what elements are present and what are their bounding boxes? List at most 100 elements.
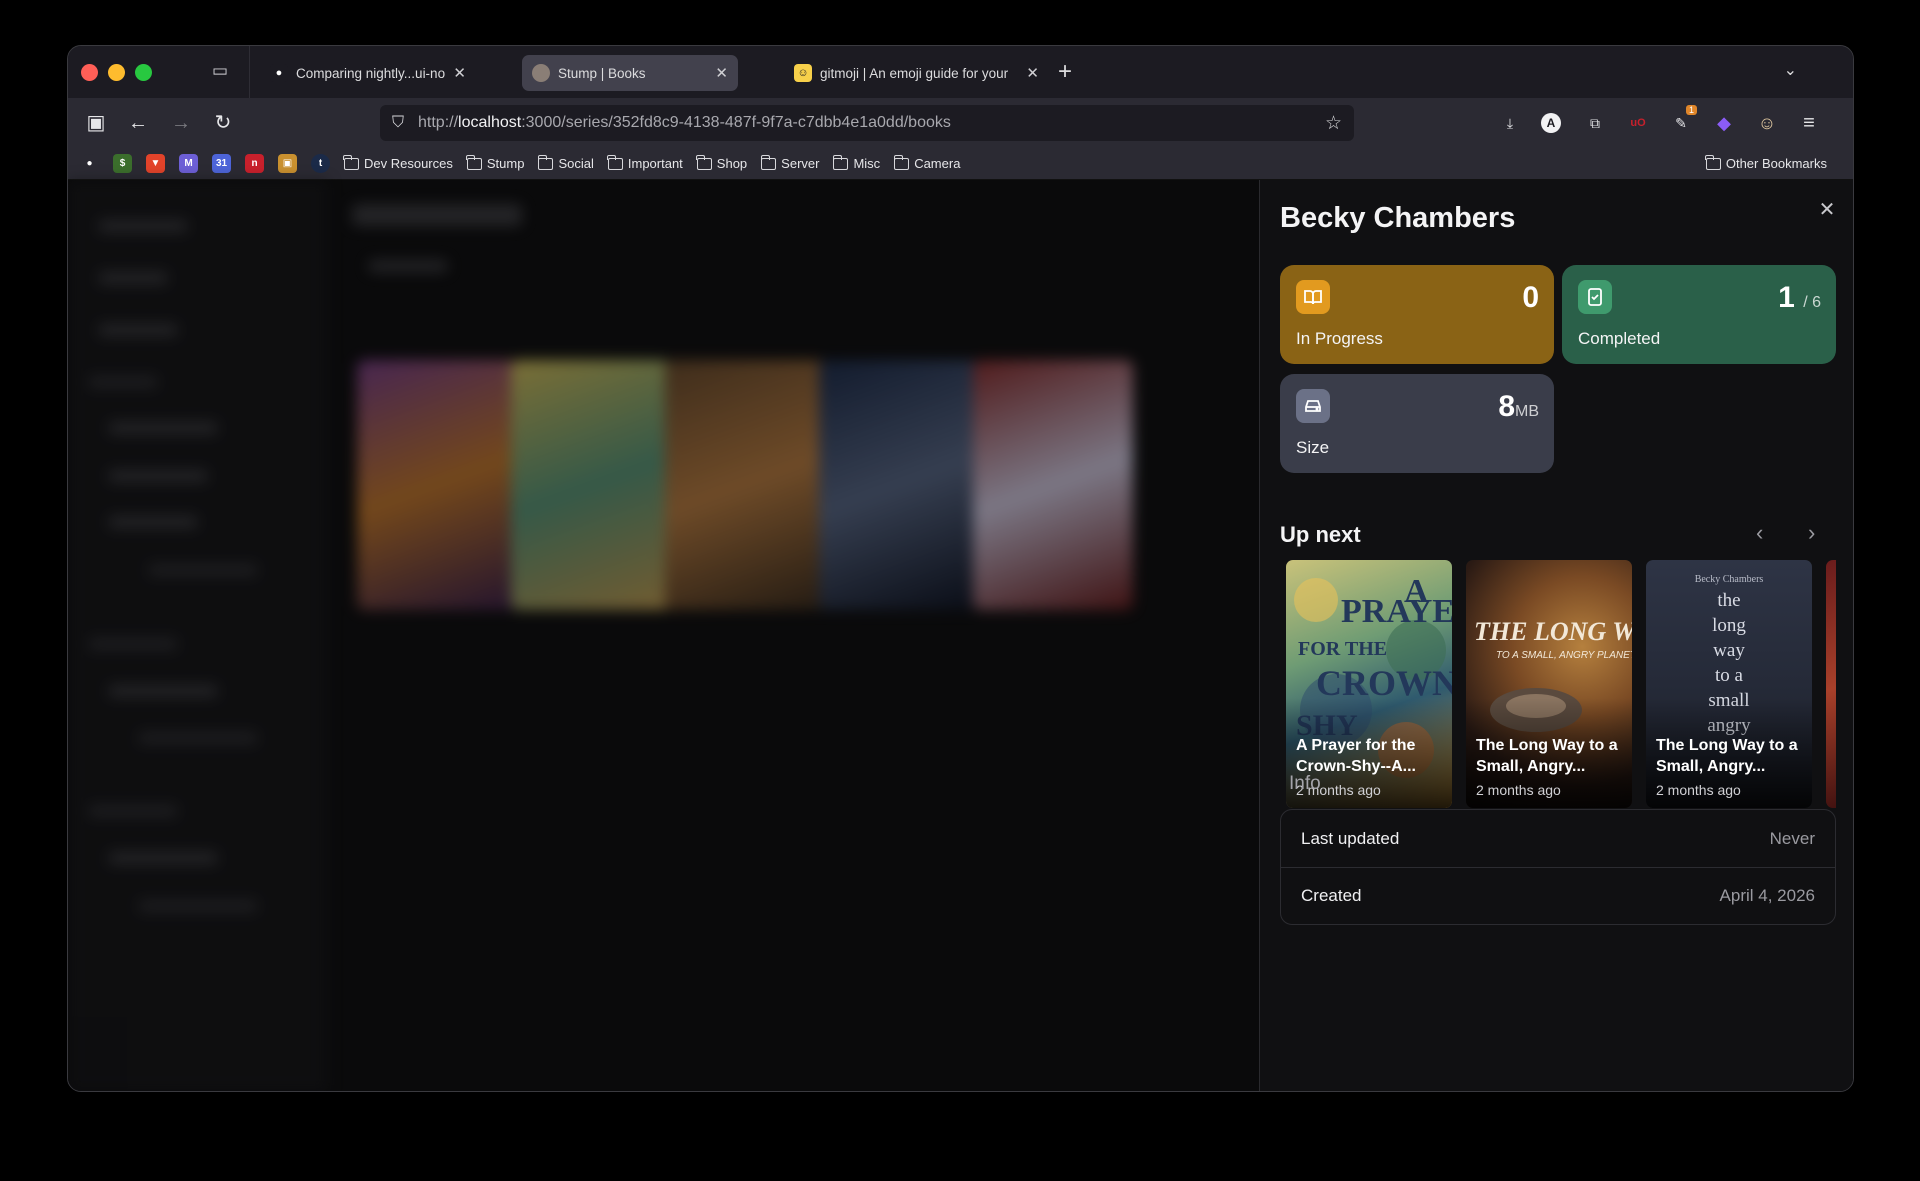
github-icon: ● bbox=[270, 64, 288, 82]
tab-github-compare[interactable]: ● Comparing nightly...ui-noodling ✕ bbox=[260, 55, 476, 91]
info-value: April 4, 2026 bbox=[1719, 886, 1815, 905]
book-date: 2 months ago bbox=[1656, 782, 1741, 798]
up-next-book-card[interactable]: A PRAYER FOR THE CROWN- SHY A Prayer for… bbox=[1286, 560, 1452, 808]
package-bookmark-icon[interactable]: ▣ bbox=[278, 154, 297, 173]
red-bookmark-icon[interactable]: n bbox=[245, 154, 264, 173]
gmail-bookmark-icon[interactable]: M bbox=[179, 154, 198, 173]
svg-text:TO A SMALL, ANGRY PLANET: TO A SMALL, ANGRY PLANET bbox=[1496, 650, 1632, 661]
tracking-protection-icon[interactable]: ⛉ bbox=[392, 114, 404, 132]
navigation-bar: ▣ ← → ↻ ⛉ http:// localhost :3000/series… bbox=[68, 98, 1853, 148]
tab-title: gitmoji | An emoji guide for your bbox=[820, 65, 1009, 81]
folder-label: Misc bbox=[853, 156, 881, 171]
svg-text:to a: to a bbox=[1715, 665, 1744, 686]
completed-count: 1 / 6 bbox=[1778, 281, 1821, 315]
up-next-book-card-partial[interactable] bbox=[1826, 560, 1836, 808]
bookmark-folder-dev-resources[interactable]: Dev Resources bbox=[343, 154, 453, 171]
menu-icon[interactable]: ≡ bbox=[1797, 111, 1821, 135]
calendar-bookmark-icon[interactable]: 31 bbox=[212, 154, 231, 173]
folder-icon bbox=[832, 154, 849, 170]
url-path: :3000/series/352fd8c9-4138-487f-9f7a-c7d… bbox=[521, 114, 951, 131]
completed-total: / 6 bbox=[1803, 294, 1821, 311]
bookmark-folder-shop[interactable]: Shop bbox=[696, 154, 748, 171]
bookmark-folder-camera[interactable]: Camera bbox=[893, 154, 961, 171]
bookmark-star-icon[interactable]: ☆ bbox=[1325, 112, 1342, 135]
list-all-tabs-icon[interactable]: ⌄ bbox=[1784, 60, 1797, 80]
carousel-next-icon[interactable]: › bbox=[1808, 520, 1815, 546]
other-bookmarks[interactable]: Other Bookmarks bbox=[1705, 154, 1827, 171]
folder-icon bbox=[760, 154, 777, 170]
close-window-button[interactable] bbox=[81, 64, 98, 81]
close-drawer-icon[interactable]: ✕ bbox=[1815, 198, 1839, 222]
new-tab-button[interactable]: + bbox=[1058, 58, 1072, 86]
folder-icon bbox=[696, 154, 712, 170]
folder-icon bbox=[607, 154, 623, 170]
info-table: Last updated Never Created April 4, 2026 bbox=[1280, 809, 1836, 925]
folder-label: Dev Resources bbox=[364, 156, 453, 171]
reload-icon[interactable]: ↻ bbox=[210, 110, 236, 136]
tab-gitmoji[interactable]: ☺ gitmoji | An emoji guide for your ✕ bbox=[784, 55, 1049, 91]
folder-label: Stump bbox=[486, 156, 525, 171]
notification-ext-icon[interactable]: ✎ 1 bbox=[1669, 105, 1697, 135]
folder-icon bbox=[537, 154, 554, 170]
info-row-last-updated: Last updated Never bbox=[1281, 810, 1835, 867]
bookmarks-bar: ● $ ▼ M 31 n ▣ t Dev Resources Stump Soc… bbox=[68, 148, 1853, 180]
bookmark-folder-stump[interactable]: Stump bbox=[466, 154, 525, 171]
up-next-book-card[interactable]: THE LONG WAY TO A SMALL, ANGRY PLANET Th… bbox=[1466, 560, 1632, 808]
folder-label: Server bbox=[781, 156, 820, 171]
browser-window: ▭ ● Comparing nightly...ui-noodling ✕ St… bbox=[67, 45, 1854, 1092]
maximize-window-button[interactable] bbox=[135, 64, 152, 81]
svg-text:PRAYER: PRAYER bbox=[1341, 593, 1452, 630]
book-title: The Long Way to a Small, Angry... bbox=[1476, 737, 1618, 776]
extensions-icon[interactable]: ⧉ bbox=[1583, 111, 1607, 135]
bookmark-folder-misc[interactable]: Misc bbox=[832, 154, 881, 171]
page-content: Becky Chambers ✕ 0 In Progress 1 / 6 Com… bbox=[68, 180, 1853, 1091]
folder-label: Shop bbox=[716, 156, 748, 171]
account-icon[interactable]: A bbox=[1541, 113, 1561, 133]
close-tab-icon[interactable]: ✕ bbox=[1026, 64, 1039, 82]
up-next-heading: Up next bbox=[1280, 522, 1361, 547]
download-icon[interactable]: ⤓ bbox=[1498, 111, 1522, 135]
svg-text:Becky Chambers: Becky Chambers bbox=[1695, 574, 1764, 585]
folder-icon bbox=[1705, 154, 1721, 170]
up-next-book-card[interactable]: Becky Chambers the long way to a small a… bbox=[1646, 560, 1812, 808]
svg-text:way: way bbox=[1713, 640, 1745, 661]
forward-icon[interactable]: → bbox=[168, 110, 194, 136]
book-title: The Long Way to a Small, Angry... bbox=[1656, 737, 1798, 776]
stump-icon bbox=[532, 64, 550, 82]
github-bookmark-icon[interactable]: ● bbox=[80, 154, 99, 173]
tumblr-bookmark-icon[interactable]: t bbox=[311, 154, 330, 173]
close-tab-icon[interactable]: ✕ bbox=[453, 64, 466, 82]
book-open-icon bbox=[1296, 280, 1330, 314]
ublock-icon[interactable]: uO bbox=[1626, 111, 1650, 135]
tab-stump-books[interactable]: Stump | Books ✕ bbox=[522, 55, 738, 91]
folder-label: Camera bbox=[914, 156, 961, 171]
carousel-prev-icon[interactable]: ‹ bbox=[1756, 520, 1763, 546]
bookmark-folder-server[interactable]: Server bbox=[760, 154, 820, 171]
diamond-ext-icon[interactable]: ◆ bbox=[1712, 111, 1736, 135]
info-value: Never bbox=[1769, 828, 1815, 848]
minimize-window-button[interactable] bbox=[108, 64, 125, 81]
tab-overview-icon[interactable]: ▭ bbox=[209, 60, 231, 82]
folder-icon bbox=[466, 154, 482, 170]
bookmark-folder-social[interactable]: Social bbox=[537, 154, 594, 171]
svg-text:long: long bbox=[1712, 615, 1746, 636]
sidebar-toggle-icon[interactable]: ▣ bbox=[83, 110, 109, 136]
completed-value: 1 bbox=[1778, 281, 1795, 314]
drawer-title: Becky Chambers bbox=[1280, 202, 1516, 234]
tab-strip: ▭ ● Comparing nightly...ui-noodling ✕ St… bbox=[68, 46, 1853, 98]
close-tab-icon[interactable]: ✕ bbox=[715, 64, 728, 82]
book-check-icon bbox=[1578, 280, 1612, 314]
background-sidebar bbox=[68, 180, 328, 1091]
info-key: Created bbox=[1301, 886, 1362, 905]
gitlab-bookmark-icon[interactable]: ▼ bbox=[146, 154, 165, 173]
address-bar[interactable]: ⛉ http:// localhost :3000/series/352fd8c… bbox=[380, 105, 1354, 141]
hard-drive-icon bbox=[1296, 389, 1330, 423]
folder-icon bbox=[893, 154, 910, 170]
profile-ext-icon[interactable]: ☺ bbox=[1755, 111, 1779, 135]
svg-text:THE LONG WAY: THE LONG WAY bbox=[1474, 617, 1632, 646]
info-row-created: Created April 4, 2026 bbox=[1281, 867, 1835, 924]
bookmark-folder-important[interactable]: Important bbox=[607, 154, 683, 171]
back-icon[interactable]: ← bbox=[125, 110, 151, 136]
money-bookmark-icon[interactable]: $ bbox=[113, 154, 132, 173]
completed-label: Completed bbox=[1578, 329, 1661, 348]
